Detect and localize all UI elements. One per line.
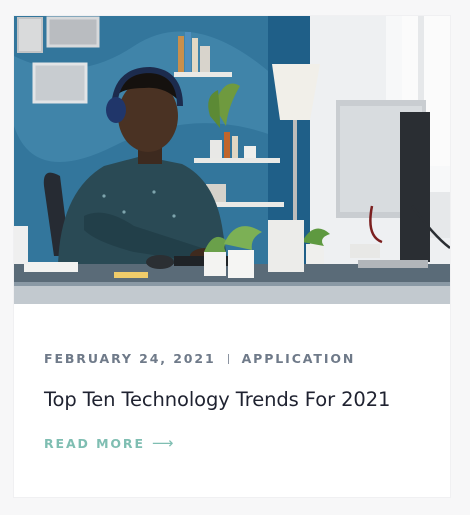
post-date[interactable]: FEBRUARY 24, 2021: [44, 351, 216, 366]
post-featured-image[interactable]: [14, 16, 450, 304]
post-title[interactable]: Top Ten Technology Trends For 2021: [44, 388, 390, 411]
blog-post-card: FEBRUARY 24, 2021 APPLICATION Top Ten Te…: [14, 16, 450, 497]
arrow-right-icon: ⟶: [151, 434, 174, 452]
meta-divider: [227, 353, 229, 364]
post-meta: FEBRUARY 24, 2021 APPLICATION: [44, 351, 355, 366]
read-more-link[interactable]: READ MORE ⟶: [44, 434, 173, 452]
post-category-link[interactable]: APPLICATION: [242, 351, 356, 366]
read-more-label: READ MORE: [44, 435, 145, 451]
